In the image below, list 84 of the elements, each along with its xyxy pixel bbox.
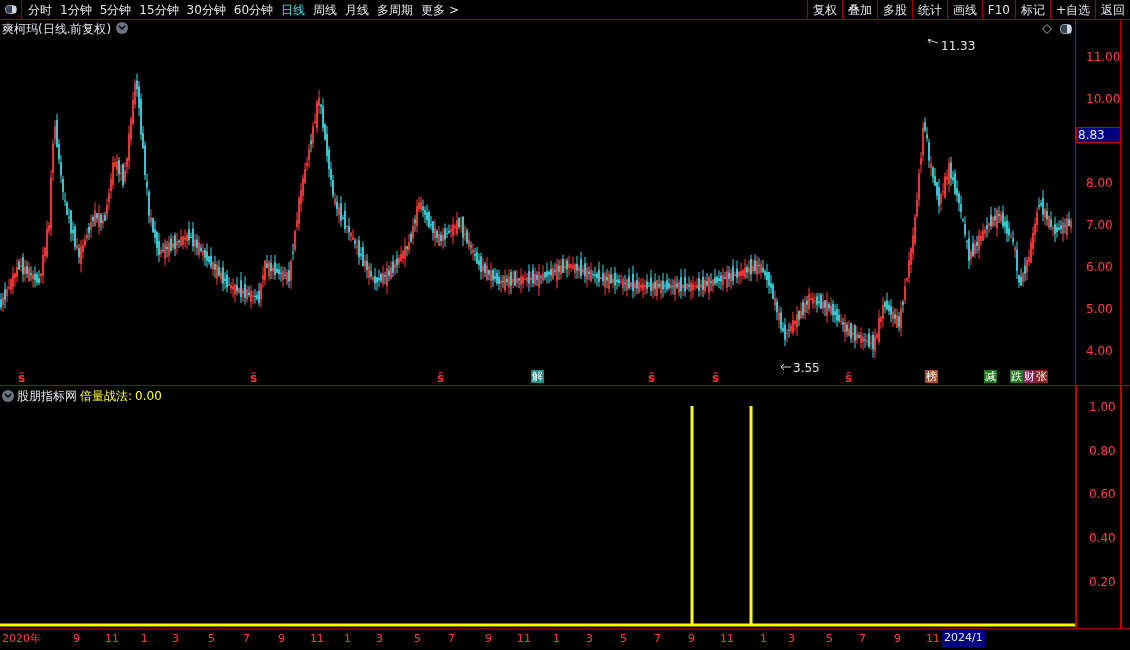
indicator-axis-label: 0.80 [1089, 443, 1116, 460]
price-axis-label: 10.00 [1086, 91, 1121, 108]
time-axis-label: 9 [485, 631, 492, 647]
period-tab[interactable]: 更多 > [421, 0, 459, 19]
time-axis-label: 11 [105, 631, 119, 647]
time-axis-label: 9 [278, 631, 285, 647]
chart-title: 爽柯玛(日线.前复权) [2, 21, 112, 38]
toolbar-button[interactable]: 标记 [1014, 0, 1050, 19]
dropdown-icon[interactable] [116, 22, 128, 34]
indicator-name: 股朋指标网 [17, 388, 77, 405]
current-price-label: 8.83 [1076, 127, 1121, 143]
event-marker[interactable]: ŝ [250, 369, 258, 387]
indicator-value: 0.00 [135, 388, 162, 405]
price-axis-label: 7.00 [1086, 217, 1113, 234]
indicator-formula: 倍量战法: [80, 388, 133, 405]
low-price-label: 3.55 [793, 360, 820, 377]
price-axis-label: 11.00 [1086, 49, 1121, 66]
toolbar-button[interactable]: +自选 [1049, 0, 1095, 19]
high-price-label: 11.33 [941, 38, 976, 55]
event-tag[interactable]: 榜 [925, 370, 938, 383]
leader-line [780, 363, 792, 371]
event-tag[interactable]: 跌 [1010, 370, 1023, 383]
indicator-axis-label: 0.40 [1089, 530, 1116, 547]
toolbar-button[interactable]: 返回 [1095, 0, 1130, 19]
period-tab[interactable]: 分时 [28, 0, 52, 19]
price-axis-label: 8.00 [1086, 175, 1113, 192]
price-axis-label: 5.00 [1086, 301, 1113, 318]
indicator-axis-label: 0.20 [1089, 574, 1116, 591]
time-axis-label: 5 [208, 631, 215, 647]
toolbar-button[interactable]: 画线 [946, 0, 982, 19]
event-marker[interactable]: ŝ [18, 369, 26, 387]
period-tab[interactable]: 1分钟 [60, 0, 92, 19]
time-axis-label: 11 [926, 631, 940, 647]
dropdown-icon[interactable] [2, 390, 14, 402]
event-marker[interactable]: ŝ [437, 369, 445, 387]
indicator-axis-label: 1.00 [1089, 399, 1116, 416]
period-tab[interactable]: 日线 [281, 0, 306, 19]
toolbar-button[interactable]: 多股 [876, 0, 912, 19]
time-axis-label: 3 [376, 631, 383, 647]
toolbar-button[interactable]: 叠加 [841, 0, 877, 19]
period-tab[interactable]: 多周期 [377, 0, 414, 19]
time-axis-label: 7 [243, 631, 250, 647]
current-date-label: 2024/1 [942, 630, 985, 647]
toolbar-button[interactable]: 复权 [806, 0, 842, 19]
time-axis-label: 7 [654, 631, 661, 647]
time-axis-label: 9 [73, 631, 80, 647]
leader-line [927, 39, 939, 47]
time-axis-label: 1 [553, 631, 560, 647]
period-tab[interactable]: 月线 [345, 0, 370, 19]
price-axis-label: 4.00 [1086, 343, 1113, 360]
price-axis-label: 6.00 [1086, 259, 1113, 276]
time-axis-label: 7 [448, 631, 455, 647]
time-axis-label: 9 [688, 631, 695, 647]
event-tag[interactable]: 解 [531, 370, 544, 383]
time-axis-label: 3 [586, 631, 593, 647]
event-marker[interactable]: ŝ [648, 369, 656, 387]
time-axis-label: 1 [141, 631, 148, 647]
toolbar-button[interactable]: 统计 [911, 0, 947, 19]
time-axis-label: 7 [859, 631, 866, 647]
time-axis-label: 11 [517, 631, 531, 647]
time-axis-label: 3 [172, 631, 179, 647]
time-axis-label: 9 [894, 631, 901, 647]
panel-toggle-icon[interactable] [1060, 24, 1072, 34]
event-marker[interactable]: ŝ [845, 369, 853, 387]
time-axis-label: 3 [788, 631, 795, 647]
time-axis-label: 1 [760, 631, 767, 647]
event-marker[interactable]: ŝ [712, 369, 720, 387]
period-tab[interactable]: 5分钟 [99, 0, 132, 19]
event-tag[interactable]: 减 [984, 370, 997, 383]
event-tag[interactable]: 张 [1035, 370, 1048, 383]
period-tab[interactable]: 30分钟 [186, 0, 226, 19]
time-axis-label: 11 [720, 631, 734, 647]
period-tab[interactable]: 15分钟 [139, 0, 179, 19]
period-tab[interactable]: 60分钟 [233, 0, 274, 19]
time-axis-label: 5 [414, 631, 421, 647]
time-axis-label: 5 [620, 631, 627, 647]
time-axis-label: 5 [826, 631, 833, 647]
diamond-icon[interactable] [1042, 24, 1052, 34]
toolbar-button[interactable]: F10 [981, 0, 1015, 19]
time-axis-label: 1 [344, 631, 351, 647]
indicator-axis-label: 0.60 [1089, 486, 1116, 503]
period-tab[interactable]: 周线 [313, 0, 338, 19]
time-axis-label: 11 [310, 631, 324, 647]
time-axis-label: 2020年 [2, 631, 41, 647]
